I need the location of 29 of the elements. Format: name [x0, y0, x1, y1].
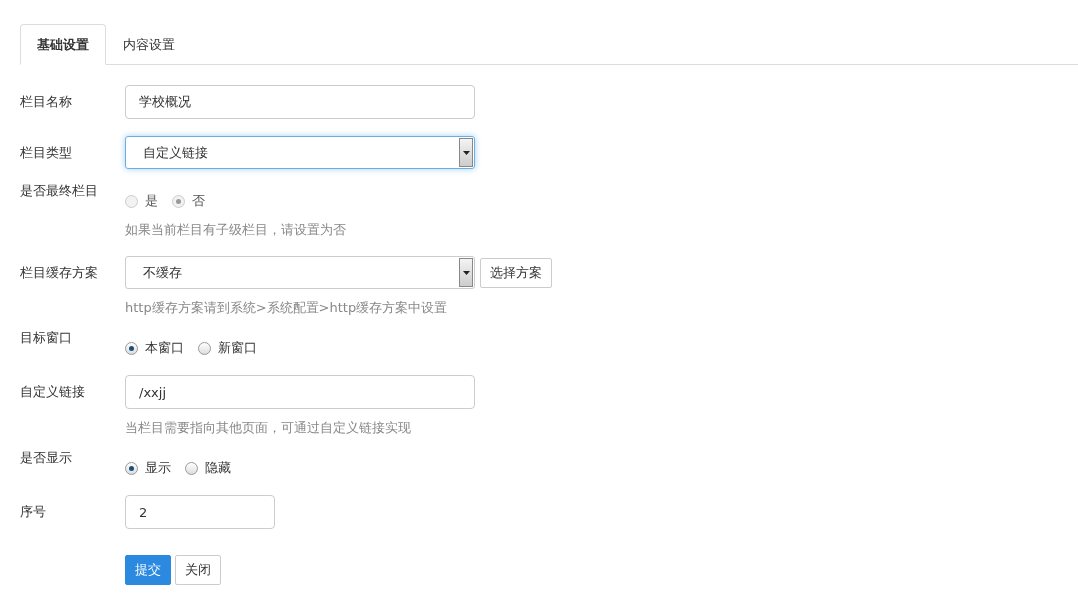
input-field[interactable]: 学校概况 [125, 85, 475, 119]
select-field[interactable]: 不缓存 [125, 256, 475, 289]
radio-label[interactable]: 本窗口 [145, 339, 184, 357]
close-button[interactable]: 关闭 [175, 555, 221, 585]
help-text: 如果当前栏目有子级栏目，请设置为否 [125, 221, 346, 239]
field-label: 栏目名称 [20, 93, 73, 111]
radio-button[interactable] [185, 461, 198, 475]
field-label: 栏目缓存方案 [20, 264, 99, 282]
field-label: 自定义链接 [20, 383, 86, 401]
radio-button[interactable] [198, 341, 211, 355]
choose-button[interactable]: 选择方案 [480, 257, 552, 288]
radio-label[interactable]: 新窗口 [218, 339, 257, 357]
radio-button[interactable] [125, 461, 138, 475]
submit-button[interactable]: 提交 [125, 555, 171, 585]
radio-button[interactable] [125, 341, 138, 355]
input-field[interactable]: 2 [125, 495, 275, 529]
help-text: http缓存方案请到系统>系统配置>http缓存方案中设置 [125, 299, 449, 317]
field-label: 栏目类型 [20, 144, 73, 162]
tab[interactable]: 内容设置 [106, 24, 192, 65]
radio-label[interactable]: 隐藏 [205, 459, 231, 477]
select-field[interactable]: 自定义链接 [125, 136, 475, 169]
field-label: 序号 [20, 503, 47, 521]
help-text: 当栏目需要指向其他页面，可通过自定义链接实现 [125, 419, 412, 437]
input-field[interactable]: /xxjj [125, 375, 475, 409]
radio-label[interactable]: 显示 [145, 459, 171, 477]
tab[interactable]: 基础设置 [20, 24, 106, 65]
field-label: 目标窗口 [20, 329, 73, 347]
field-label: 是否最终栏目 [20, 182, 99, 200]
field-label: 是否显示 [20, 449, 73, 467]
